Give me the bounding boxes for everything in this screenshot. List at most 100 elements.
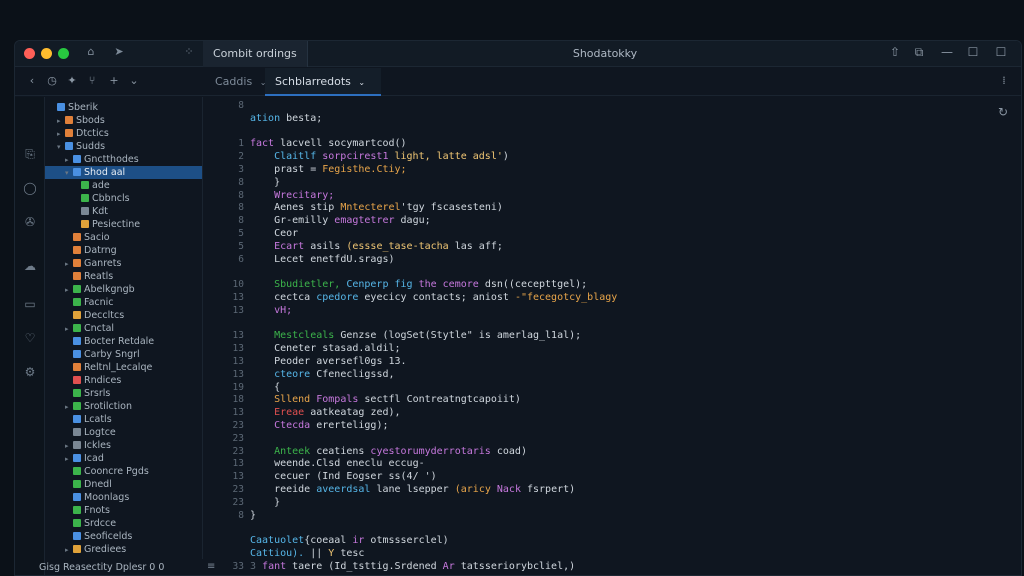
tree-item[interactable]: Kdt: [45, 205, 202, 218]
code-token: light, latte adsl': [394, 151, 503, 163]
tree-item[interactable]: Deccltcs: [45, 309, 202, 322]
minimize-window-button[interactable]: [41, 48, 52, 59]
status-bar: Gisg Reasectity Dplesr 0 0: [39, 562, 165, 573]
tree-item[interactable]: Seoficelds: [45, 530, 202, 543]
tree-item[interactable]: ▸ Gnctthodes: [45, 153, 202, 166]
tree-item-label: Kdt: [92, 206, 108, 217]
code-token: Claitlf: [250, 151, 323, 163]
tree-item[interactable]: Moonlags: [45, 491, 202, 504]
list-icon[interactable]: ≡: [207, 561, 215, 572]
tree-item-label: Abelkgngb: [84, 284, 135, 295]
line-number: [204, 534, 244, 547]
code-token: aversefl0gs: [316, 356, 389, 367]
code-token: Aenes: [250, 202, 311, 214]
line-number: 13: [232, 458, 244, 470]
line-number: 2: [238, 151, 244, 163]
tree-item[interactable]: Sacio: [45, 231, 202, 244]
tree-item[interactable]: Reltnl_Lecalqe: [45, 361, 202, 374]
tree-item[interactable]: Fnots: [45, 504, 202, 517]
tree-item[interactable]: Sberik: [45, 101, 202, 114]
extensions-icon[interactable]: ✇: [22, 215, 38, 229]
terminal-icon[interactable]: ▭: [22, 297, 38, 311]
file-icon: [81, 220, 89, 228]
tree-item[interactable]: Facnic: [45, 296, 202, 309]
code-token: (essse_tase-tacha: [346, 240, 455, 252]
code-token: (Stytle": [424, 330, 479, 342]
tree-item[interactable]: Rndices: [45, 374, 202, 387]
tree-item[interactable]: ▸ Grediees: [45, 543, 202, 557]
code-line: Wrecitary;: [250, 189, 334, 202]
tree-item[interactable]: ▸ Ickles: [45, 439, 202, 452]
share-icon[interactable]: ⧉: [911, 45, 927, 60]
app-window: ⌂ ➤ ⁘ Combit ordings Shodatokky ⇧ ⧉ — ☐ …: [14, 40, 1022, 576]
tree-item[interactable]: Bocter Retdale: [45, 335, 202, 348]
code-editor[interactable]: 8 1 2 3 8 8 8 8 5 5 6 10 13 13 13 13 13 13 19 18 13 23 23 23 13 1…: [204, 97, 1021, 575]
tree-item[interactable]: Logtce: [45, 426, 202, 439]
tree-item[interactable]: Reatls: [45, 270, 202, 283]
plus-icon[interactable]: +: [107, 74, 121, 87]
files-icon[interactable]: ⎘: [22, 147, 38, 162]
line-number: [204, 521, 244, 534]
tree-item-label: Rndices: [84, 375, 122, 386]
refresh-icon[interactable]: ↻: [998, 105, 1008, 119]
tree-item[interactable]: ▸ Cnctal: [45, 322, 202, 335]
file-icon: [73, 428, 81, 436]
code-line: }: [250, 176, 280, 189]
restore-icon[interactable]: ☐: [993, 45, 1009, 59]
code-token: ||: [304, 548, 329, 559]
cloud-icon[interactable]: ☁: [22, 259, 38, 273]
line-number: 1: [238, 138, 244, 150]
maximize-icon[interactable]: ☐: [965, 45, 981, 59]
window-tab[interactable]: Combit ordings: [203, 41, 308, 67]
split-icon[interactable]: ⁘: [181, 45, 197, 58]
file-icon: [73, 545, 81, 553]
tree-item[interactable]: Cooncre Pgds: [45, 465, 202, 478]
chevron-left-icon[interactable]: ‹: [25, 74, 39, 87]
tree-item[interactable]: Datrng: [45, 244, 202, 257]
tree-item[interactable]: Carby Sngrl: [45, 348, 202, 361]
back-icon[interactable]: ⌂: [83, 45, 99, 58]
tree-item[interactable]: ▸ Dtctics: [45, 127, 202, 140]
tree-item[interactable]: ▸ Icad: [45, 452, 202, 465]
code-token: Ceneter: [250, 343, 323, 355]
tab-schblarredots[interactable]: Schblarredots ⌄: [265, 68, 382, 96]
tree-item[interactable]: Lcatls: [45, 413, 202, 426]
code-token: lsepper: [406, 484, 455, 495]
minimize-icon[interactable]: —: [939, 45, 955, 59]
tree-item[interactable]: Srsrls: [45, 387, 202, 400]
tree-item[interactable]: ▸ Ganrets: [45, 257, 202, 270]
file-icon: [73, 311, 81, 319]
zoom-window-button[interactable]: [58, 48, 69, 59]
close-window-button[interactable]: [24, 48, 35, 59]
search-icon[interactable]: ◯: [22, 181, 38, 195]
chevron-down-icon[interactable]: ⌄: [127, 74, 141, 87]
tree-item[interactable]: Dnedl: [45, 478, 202, 491]
history-icon[interactable]: ◷: [45, 74, 59, 87]
more-icon[interactable]: ⁞: [997, 74, 1011, 87]
code-token: otmssserclel): [370, 535, 449, 547]
collaborate-icon[interactable]: ⇧: [887, 45, 903, 59]
tree-item[interactable]: Pesiectine: [45, 218, 202, 231]
code-token: (Id_tsttig.Srdened: [328, 560, 443, 572]
tree-item[interactable]: ▸ Abelkgngb: [45, 283, 202, 296]
tree-item[interactable]: Cbbncls: [45, 192, 202, 205]
code-token: eccug-: [388, 458, 425, 470]
tree-item[interactable]: ▸ Srotilction: [45, 400, 202, 413]
heart-icon[interactable]: ♡: [22, 331, 38, 345]
tree-item[interactable]: ▾ Shod aal: [45, 166, 202, 179]
code-token: stasad.aldil;: [322, 343, 401, 355]
tree-item[interactable]: ▾ Sudds: [45, 140, 202, 153]
code-token: las aff;: [454, 240, 503, 252]
settings-icon[interactable]: ⚙: [22, 365, 38, 379]
branch-icon[interactable]: ⑂: [85, 74, 99, 87]
tree-item[interactable]: Srdcce: [45, 517, 202, 530]
code-line: pesa: [250, 573, 322, 575]
tree-item[interactable]: ade: [45, 179, 202, 192]
tree-item-label: Cbbncls: [92, 193, 130, 204]
tree-item[interactable]: ▸ Sbods: [45, 114, 202, 127]
pin-icon[interactable]: ✦: [65, 74, 79, 87]
chevron-icon[interactable]: ▸: [65, 544, 73, 557]
code-token: fscasesteni): [430, 202, 503, 214]
line-number: 5: [238, 228, 244, 239]
forward-icon[interactable]: ➤: [111, 45, 127, 58]
